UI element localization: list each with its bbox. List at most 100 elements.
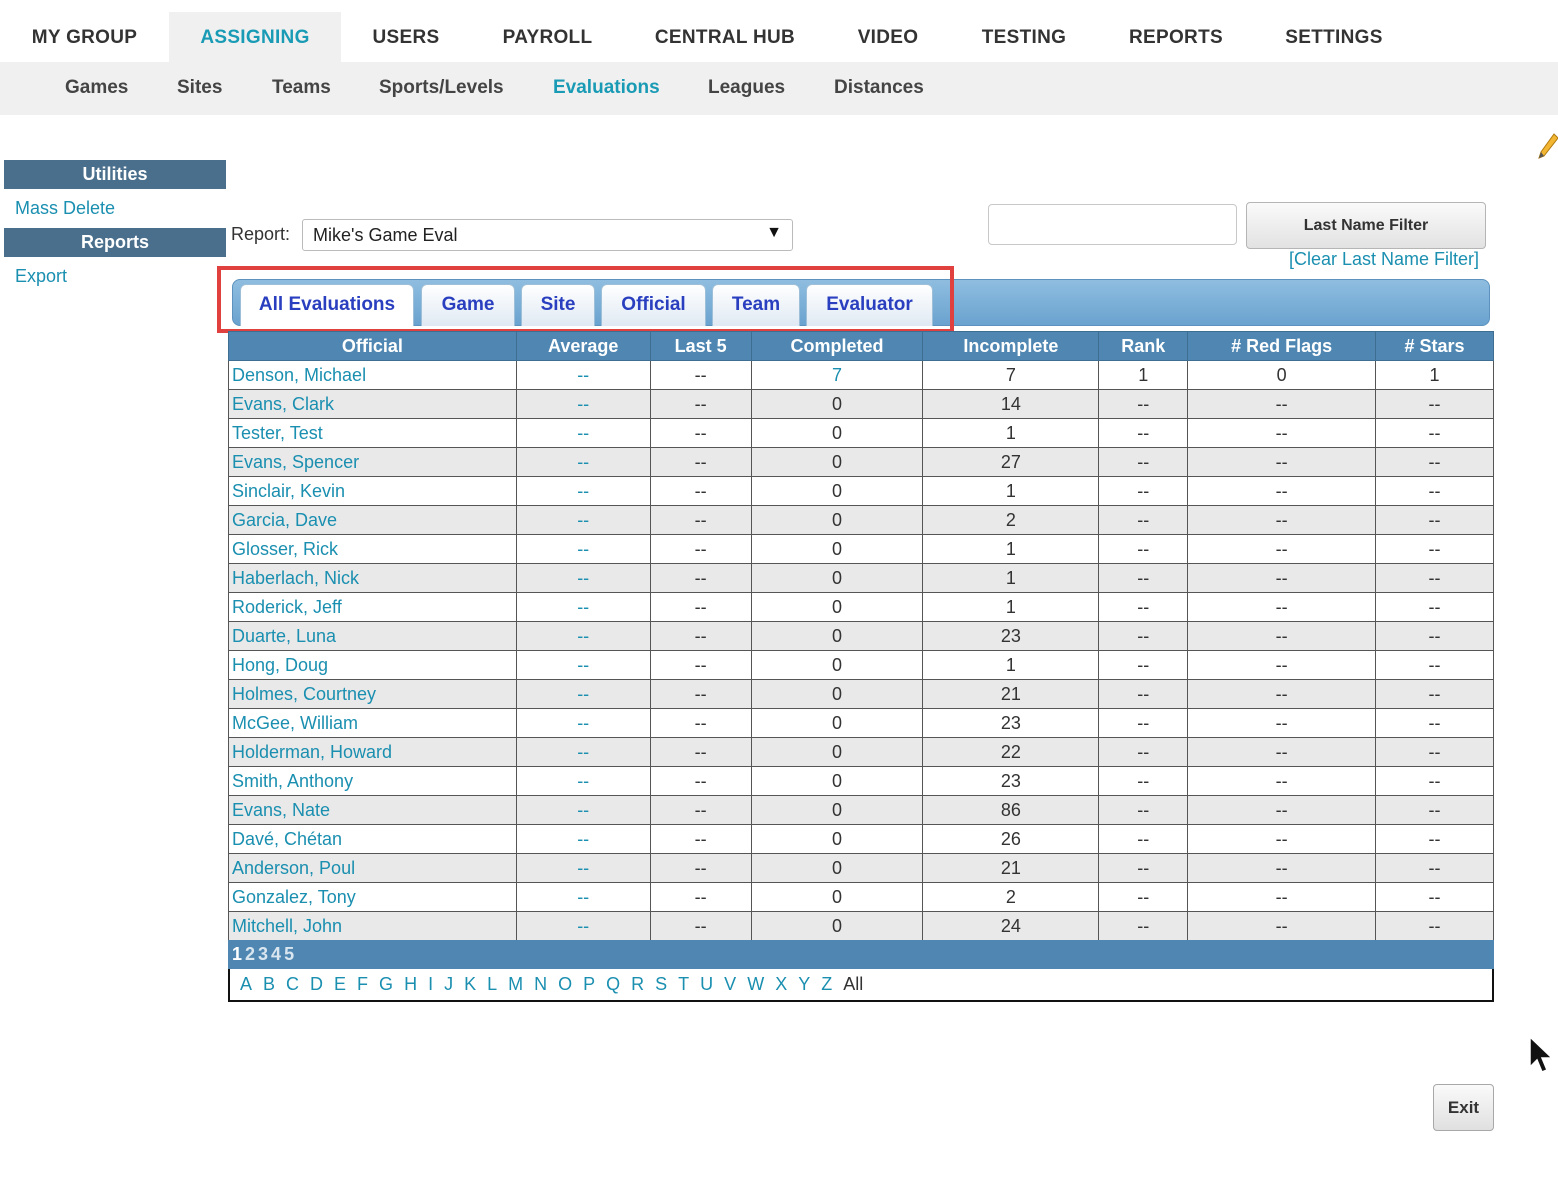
cell-official-name[interactable]: Hong, Doug — [228, 650, 517, 680]
alpha-link[interactable]: Z — [821, 974, 832, 994]
sidebar-export-link[interactable]: Export — [15, 266, 67, 287]
alpha-link[interactable]: J — [444, 974, 453, 994]
cell-average[interactable]: -- — [515, 592, 651, 622]
alpha-link[interactable]: H — [404, 974, 417, 994]
alpha-link[interactable]: T — [678, 974, 689, 994]
page-link[interactable]: 4 — [271, 944, 281, 964]
subnav-evaluations[interactable]: Evaluations — [553, 62, 660, 115]
alpha-link[interactable]: U — [700, 974, 713, 994]
sidebar-mass-delete-link[interactable]: Mass Delete — [15, 198, 115, 219]
exit-button[interactable]: Exit — [1433, 1084, 1494, 1131]
last-name-filter-button[interactable]: Last Name Filter — [1246, 202, 1486, 249]
col-rank[interactable]: Rank — [1098, 331, 1189, 361]
alpha-link[interactable]: M — [508, 974, 523, 994]
cell-average[interactable]: -- — [515, 360, 651, 390]
subnav-sports-levels[interactable]: Sports/Levels — [379, 62, 504, 115]
alpha-link[interactable]: P — [583, 974, 595, 994]
cell-official-name[interactable]: Smith, Anthony — [228, 766, 517, 796]
col-completed[interactable]: Completed — [750, 331, 924, 361]
col-red-flags[interactable]: # Red Flags — [1187, 331, 1377, 361]
cell-average[interactable]: -- — [515, 476, 651, 506]
alpha-link[interactable]: A — [240, 974, 252, 994]
col-stars[interactable]: # Stars — [1375, 331, 1494, 361]
cell-average[interactable]: -- — [515, 621, 651, 651]
alpha-link[interactable]: Y — [798, 974, 810, 994]
cell-average[interactable]: -- — [515, 911, 651, 941]
alpha-link[interactable]: E — [334, 974, 346, 994]
nav-reports[interactable]: REPORTS — [1098, 12, 1254, 62]
alpha-link[interactable]: O — [558, 974, 572, 994]
alpha-link[interactable]: S — [655, 974, 667, 994]
page-link[interactable]: 3 — [258, 944, 268, 964]
col-incomplete[interactable]: Incomplete — [922, 331, 1100, 361]
cell-average[interactable]: -- — [515, 795, 651, 825]
cell-average[interactable]: -- — [515, 882, 651, 912]
alpha-link[interactable]: K — [464, 974, 476, 994]
cell-average[interactable]: -- — [515, 650, 651, 680]
alpha-link[interactable]: I — [428, 974, 433, 994]
subnav-games[interactable]: Games — [65, 62, 128, 115]
cell-official-name[interactable]: Haberlach, Nick — [228, 563, 517, 593]
cell-official-name[interactable]: Anderson, Poul — [228, 853, 517, 883]
report-select[interactable]: Mike's Game Eval ▼ — [302, 219, 793, 251]
cell-average[interactable]: -- — [515, 824, 651, 854]
clear-last-name-filter-link[interactable]: [Clear Last Name Filter] — [1289, 249, 1479, 270]
alpha-link[interactable]: V — [724, 974, 736, 994]
cell-official-name[interactable]: Evans, Spencer — [228, 447, 517, 477]
alpha-link[interactable]: R — [631, 974, 644, 994]
alpha-link[interactable]: F — [357, 974, 368, 994]
page-link[interactable]: 2 — [245, 944, 255, 964]
alpha-link[interactable]: B — [263, 974, 275, 994]
cell-official-name[interactable]: Denson, Michael — [228, 360, 517, 390]
alpha-link[interactable]: X — [775, 974, 787, 994]
cell-average[interactable]: -- — [515, 708, 651, 738]
alpha-link[interactable]: W — [747, 974, 764, 994]
alpha-link[interactable]: L — [487, 974, 497, 994]
cell-official-name[interactable]: Holmes, Courtney — [228, 679, 517, 709]
alpha-link[interactable]: Q — [606, 974, 620, 994]
pencil-icon[interactable] — [1536, 132, 1558, 160]
last-name-filter-input[interactable] — [988, 204, 1237, 245]
col-average[interactable]: Average — [515, 331, 651, 361]
nav-testing[interactable]: TESTING — [950, 12, 1098, 62]
cell-official-name[interactable]: Holderman, Howard — [228, 737, 517, 767]
cell-average[interactable]: -- — [515, 737, 651, 767]
cell-average[interactable]: -- — [515, 563, 651, 593]
col-official[interactable]: Official — [228, 331, 517, 361]
nav-video[interactable]: VIDEO — [826, 12, 950, 62]
cell-official-name[interactable]: Mitchell, John — [228, 911, 517, 941]
nav-central-hub[interactable]: CENTRAL HUB — [624, 12, 826, 62]
cell-official-name[interactable]: Roderick, Jeff — [228, 592, 517, 622]
subnav-distances[interactable]: Distances — [834, 62, 924, 115]
alpha-link[interactable]: C — [286, 974, 299, 994]
cell-completed[interactable]: 7 — [750, 360, 924, 390]
cell-official-name[interactable]: Gonzalez, Tony — [228, 882, 517, 912]
alpha-link[interactable]: D — [310, 974, 323, 994]
cell-average[interactable]: -- — [515, 505, 651, 535]
cell-official-name[interactable]: Davé, Chétan — [228, 824, 517, 854]
cell-average[interactable]: -- — [515, 418, 651, 448]
cell-average[interactable]: -- — [515, 389, 651, 419]
col-last-5[interactable]: Last 5 — [649, 331, 752, 361]
cell-official-name[interactable]: Evans, Nate — [228, 795, 517, 825]
alpha-link[interactable]: G — [379, 974, 393, 994]
page-link[interactable]: 1 — [232, 944, 242, 964]
alpha-link[interactable]: N — [534, 974, 547, 994]
cell-official-name[interactable]: Sinclair, Kevin — [228, 476, 517, 506]
nav-users[interactable]: USERS — [341, 12, 471, 62]
cell-official-name[interactable]: Garcia, Dave — [228, 505, 517, 535]
cell-official-name[interactable]: Duarte, Luna — [228, 621, 517, 651]
cell-average[interactable]: -- — [515, 447, 651, 477]
nav-payroll[interactable]: PAYROLL — [471, 12, 624, 62]
cell-average[interactable]: -- — [515, 534, 651, 564]
nav-assigning[interactable]: ASSIGNING — [169, 12, 341, 62]
subnav-teams[interactable]: Teams — [272, 62, 331, 115]
subnav-sites[interactable]: Sites — [177, 62, 222, 115]
cell-official-name[interactable]: Tester, Test — [228, 418, 517, 448]
alpha-link[interactable]: All — [843, 974, 863, 994]
cell-official-name[interactable]: Glosser, Rick — [228, 534, 517, 564]
subnav-leagues[interactable]: Leagues — [708, 62, 785, 115]
nav-my-group[interactable]: MY GROUP — [0, 12, 169, 62]
nav-settings[interactable]: SETTINGS — [1254, 12, 1414, 62]
cell-official-name[interactable]: McGee, William — [228, 708, 517, 738]
